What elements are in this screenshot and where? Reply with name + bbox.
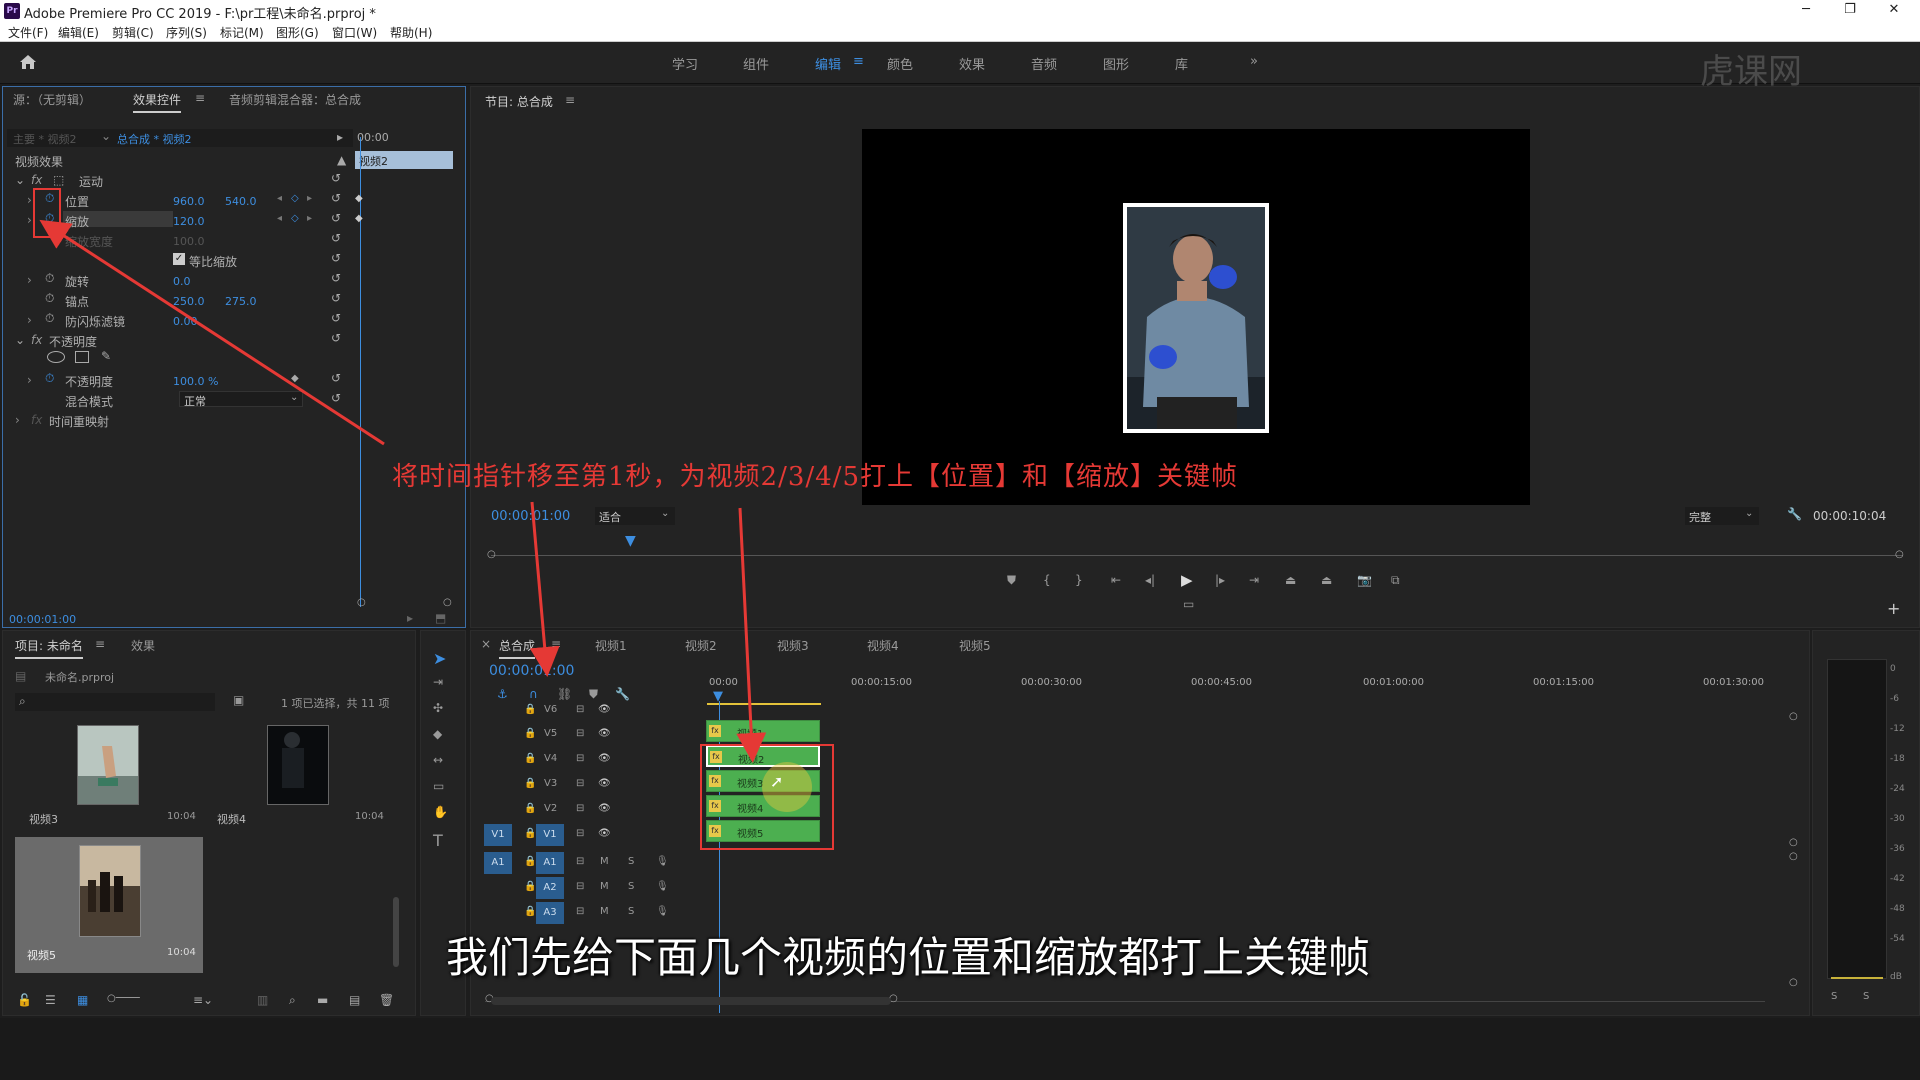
tutorial-annotation: 将时间指针移至第1秒，为视频2/3/4/5打上【位置】和【缩放】关键帧 <box>392 462 1238 492</box>
arrow-to-timecode <box>529 501 560 677</box>
arrow-to-clips <box>736 507 767 763</box>
arrow-to-stopwatch <box>39 219 385 446</box>
annotation-arrows <box>39 219 767 763</box>
tutorial-subtitle: 我们先给下面几个视频的位置和缩放都打上关键帧 <box>446 933 1371 982</box>
